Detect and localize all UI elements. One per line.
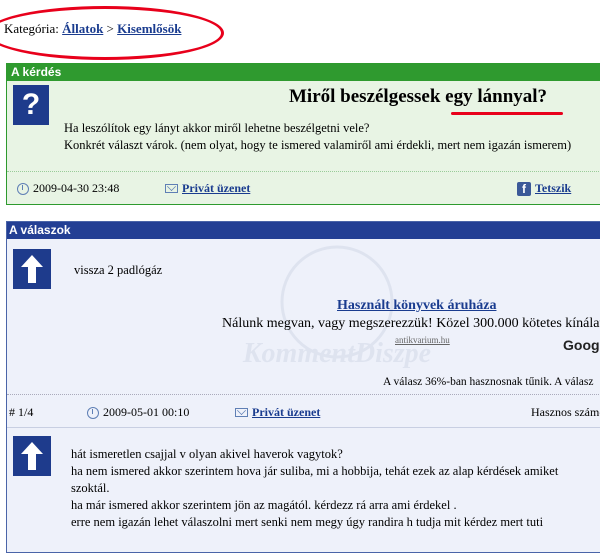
- question-title: Miről beszélgessek egy lánnyal?: [289, 86, 548, 107]
- breadcrumb-separator: >: [106, 21, 114, 36]
- answers-panel: A válaszok KommentDiszpe vissza 2 padlóg…: [6, 221, 600, 553]
- question-private-message[interactable]: Privát üzenet: [165, 181, 250, 196]
- usefulness-text: A válasz 36%-ban hasznosnak tűnik. A vál…: [383, 376, 594, 388]
- envelope-icon: [235, 408, 248, 417]
- question-section-header: A kérdés: [7, 64, 600, 81]
- question-date-text: 2009-04-30 23:48: [33, 181, 120, 195]
- answer-private-message[interactable]: Privát üzenet: [235, 405, 320, 420]
- ad-provider-logo: Google: [563, 337, 600, 353]
- breadcrumb-category-link[interactable]: Állatok: [62, 21, 103, 36]
- like-link[interactable]: Tetszik: [535, 181, 571, 196]
- answer-date: 2009-05-01 00:10: [87, 405, 189, 420]
- red-underline-annotation: [451, 112, 563, 115]
- useful-label[interactable]: Hasznos számodra: [531, 405, 600, 420]
- ad-body: Nálunk megvan, vagy megszerezzük! Közel …: [222, 316, 600, 331]
- answer-text: vissza 2 padlógáz: [74, 263, 163, 277]
- question-body-line: Ha leszólítok egy lányt akkor miről lehe…: [64, 121, 370, 135]
- question-panel: A kérdés ? Miről beszélgessek egy lánnya…: [6, 63, 600, 205]
- question-footer: 2009-04-30 23:48 Privát üzenet f Tetszik: [7, 171, 600, 204]
- question-body-line: Konkrét választ várok. (nem olyat, hogy …: [64, 138, 572, 152]
- answer-line: ha nem ismered akkor szerintem hova jár …: [71, 464, 559, 478]
- breadcrumb-subcategory-link[interactable]: Kisemlősök: [117, 21, 181, 36]
- question-date: 2009-04-30 23:48: [17, 181, 119, 196]
- question-body: Ha leszólítok egy lányt akkor miről lehe…: [64, 120, 571, 154]
- up-arrow-icon: [13, 249, 51, 289]
- ad-title-link[interactable]: Használt könyvek áruháza: [337, 298, 496, 314]
- answer-number: # 1/4: [9, 405, 34, 419]
- up-arrow-icon: [13, 436, 51, 476]
- answer-line: ha már ismered akkor szerintem jön az ma…: [71, 498, 457, 512]
- answer-line: erre nem igazán lehet válaszolni mert se…: [71, 515, 544, 529]
- question-mark-icon: ?: [13, 85, 49, 125]
- facebook-icon: f: [517, 181, 531, 196]
- answer-line: szoktál.: [71, 481, 110, 495]
- answers-section-header: A válaszok: [7, 222, 600, 239]
- private-message-link[interactable]: Privát üzenet: [252, 405, 320, 420]
- envelope-icon: [165, 184, 178, 193]
- answer-footer: # 1/4 2009-05-01 00:10 Privát üzenet Has…: [7, 394, 600, 428]
- breadcrumb-prefix: Kategória:: [4, 21, 59, 36]
- clock-icon: [87, 406, 99, 419]
- breadcrumb: Kategória: Állatok > Kisemlősök: [4, 21, 181, 37]
- like-button[interactable]: f Tetszik: [517, 181, 571, 196]
- answer-text: hát ismeretlen csajjal v olyan akivel ha…: [71, 446, 558, 531]
- answer-line: hát ismeretlen csajjal v olyan akivel ha…: [71, 447, 343, 461]
- clock-icon: [17, 182, 29, 195]
- ad-url[interactable]: antikvarium.hu: [395, 335, 450, 345]
- answer-date-text: 2009-05-01 00:10: [103, 405, 190, 419]
- private-message-link[interactable]: Privát üzenet: [182, 181, 250, 196]
